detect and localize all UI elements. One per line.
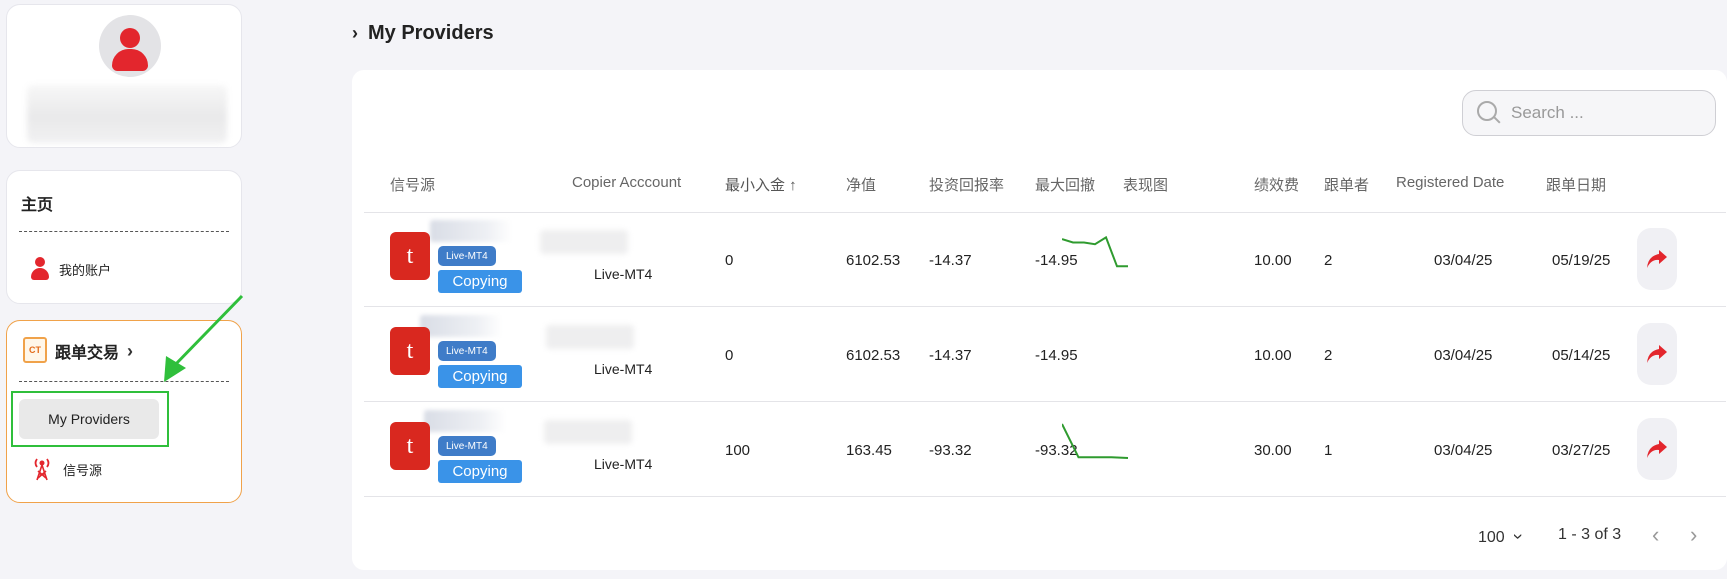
search-input[interactable] xyxy=(1511,103,1691,123)
sidebar-item-my-account[interactable]: 我的账户 xyxy=(31,257,111,281)
equity-cell: 163.45 xyxy=(846,442,892,459)
col-header-signal: 信号源 xyxy=(390,177,436,194)
col-header-registered-date[interactable]: Registered Date xyxy=(1396,174,1504,191)
sidebar-item-label: 我的账户 xyxy=(59,262,112,278)
account-number-blurred xyxy=(544,420,632,444)
logo-t-icon[interactable]: t xyxy=(390,232,430,280)
share-button[interactable] xyxy=(1637,418,1677,480)
provider-name-blurred xyxy=(430,220,512,242)
registered-date-cell: 03/04/25 xyxy=(1434,442,1493,459)
min-deposit-cell: 100 xyxy=(725,442,751,459)
chevron-right-icon: › xyxy=(127,340,134,361)
share-arrow-icon xyxy=(1647,440,1667,458)
avatar-head xyxy=(120,28,140,48)
col-header-followers[interactable]: 跟单者 xyxy=(1324,174,1369,195)
server-badge: Live-MT4 xyxy=(438,246,496,266)
col-header-roi[interactable]: 投资回报率 xyxy=(929,174,1004,195)
share-arrow-icon xyxy=(1647,345,1667,363)
copy-date-cell: 03/27/25 xyxy=(1552,442,1611,459)
annotation-arrow-icon xyxy=(164,294,244,382)
share-arrow-icon xyxy=(1647,250,1667,268)
next-page-icon[interactable]: › xyxy=(1690,522,1697,548)
page-title-text: My Providers xyxy=(368,22,494,44)
registered-date-cell: 03/04/25 xyxy=(1434,347,1493,364)
roi-cell: -93.32 xyxy=(929,442,972,459)
col-header-copier-account: Copier Acccount xyxy=(572,174,682,191)
table-row[interactable]: Live-MT4 t Live-MT4 Copying 0 6102.53 -14.37 -1… xyxy=(352,212,1727,306)
performance-sparkline xyxy=(1062,423,1129,459)
search-icon xyxy=(1477,101,1501,125)
logo-t-icon[interactable]: t xyxy=(390,327,430,375)
signal-tower-icon xyxy=(34,458,50,481)
col-header-chart: 表现图 xyxy=(1123,177,1169,194)
provider-name-blurred xyxy=(420,315,502,337)
status-badge: Copying xyxy=(438,270,522,293)
perf-fee-cell: 10.00 xyxy=(1254,347,1292,364)
copy-date-cell: 05/14/25 xyxy=(1552,347,1611,364)
avatar-body xyxy=(112,49,148,71)
providers-panel: 信号源 Copier Acccount 最小入金 ↑ 净值 投资回报率 最大回撤… xyxy=(352,70,1727,570)
chevron-right-icon: › xyxy=(352,23,358,43)
profile-card xyxy=(6,4,242,148)
min-deposit-cell: 0 xyxy=(725,252,734,269)
col-header-min-deposit[interactable]: 最小入金 ↑ xyxy=(725,174,797,195)
logo-t-icon[interactable]: t xyxy=(390,422,430,470)
copy-trading-label: 跟单交易 xyxy=(55,345,120,362)
equity-cell: 6102.53 xyxy=(846,347,901,364)
roi-cell: -14.37 xyxy=(929,252,972,269)
sidebar-item-signal-source[interactable]: 信号源 xyxy=(33,457,102,481)
page-size-select[interactable]: 100 › xyxy=(1478,526,1529,547)
page-size-value: 100 xyxy=(1478,529,1505,546)
server-badge: Live-MT4 xyxy=(438,436,496,456)
col-header-copy-date[interactable]: 跟单日期 xyxy=(1546,174,1606,195)
sparkline-series xyxy=(1062,235,1128,268)
account-number-blurred xyxy=(540,230,628,254)
home-card: 主页 我的账户 xyxy=(6,170,242,304)
max-drawdown-cell: -14.95 xyxy=(1035,347,1078,364)
provider-name-blurred xyxy=(424,410,506,432)
profile-name-blurred xyxy=(27,85,227,143)
performance-sparkline xyxy=(1062,235,1128,268)
account-number-blurred xyxy=(546,325,634,349)
account-server: Live-MT4 xyxy=(594,266,653,282)
home-title: 主页 xyxy=(21,197,54,214)
share-button[interactable] xyxy=(1637,323,1677,385)
ct-logo-icon: CT xyxy=(23,337,47,363)
followers-cell: 2 xyxy=(1324,252,1333,269)
account-server: Live-MT4 xyxy=(594,361,653,377)
sparkline-series xyxy=(1062,423,1129,459)
status-badge: Copying xyxy=(438,365,522,388)
min-deposit-cell: 0 xyxy=(725,347,734,364)
col-header-equity[interactable]: 净值 xyxy=(846,174,876,195)
sidebar-item-label: My Providers xyxy=(48,411,130,427)
share-button[interactable] xyxy=(1637,228,1677,290)
copy-trading-title[interactable]: 跟单交易 › xyxy=(55,339,133,363)
user-icon xyxy=(31,257,49,281)
status-badge: Copying xyxy=(438,460,522,483)
chevron-down-icon: › xyxy=(1508,533,1529,540)
col-header-perf-fee[interactable]: 绩效费 xyxy=(1254,174,1299,195)
divider xyxy=(19,231,229,232)
avatar[interactable] xyxy=(99,15,161,77)
account-server: Live-MT4 xyxy=(594,456,653,472)
prev-page-icon[interactable]: ‹ xyxy=(1652,522,1659,548)
sidebar-item-label: 信号源 xyxy=(63,462,103,478)
perf-fee-cell: 30.00 xyxy=(1254,442,1292,459)
table-row[interactable]: Live-MT4 t Live-MT4 Copying 0 6102.53 -14.37 -1… xyxy=(352,307,1727,401)
page-title: › My Providers xyxy=(352,22,494,45)
perf-fee-cell: 10.00 xyxy=(1254,252,1292,269)
sidebar-item-my-providers[interactable]: My Providers xyxy=(19,399,159,439)
pagination-range: 1 - 3 of 3 xyxy=(1558,526,1622,543)
server-badge: Live-MT4 xyxy=(438,341,496,361)
equity-cell: 6102.53 xyxy=(846,252,901,269)
followers-cell: 2 xyxy=(1324,347,1333,364)
search-box[interactable] xyxy=(1462,90,1716,136)
col-header-max-drawdown[interactable]: 最大回撤 xyxy=(1035,174,1095,195)
copy-date-cell: 05/19/25 xyxy=(1552,252,1611,269)
roi-cell: -14.37 xyxy=(929,347,972,364)
registered-date-cell: 03/04/25 xyxy=(1434,252,1493,269)
row-divider xyxy=(364,496,1726,497)
table-row[interactable]: Live-MT4 t Live-MT4 Copying 100 163.45 -93.32-… xyxy=(352,402,1727,496)
followers-cell: 1 xyxy=(1324,442,1333,459)
